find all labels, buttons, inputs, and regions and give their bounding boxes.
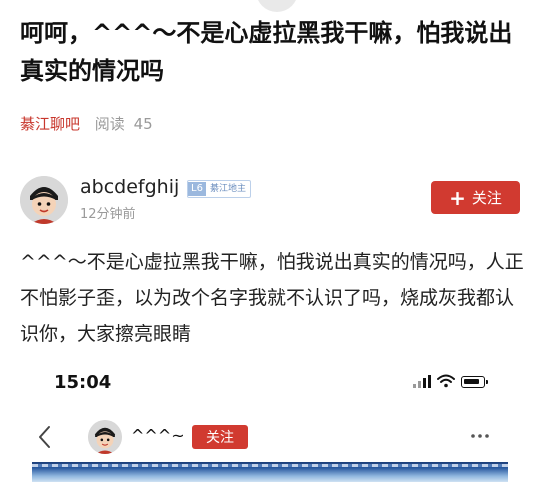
nav-user-name[interactable]: ^^^~ [131, 426, 185, 445]
reads-count: 45 [133, 115, 153, 133]
status-icons [413, 374, 488, 388]
more-icon[interactable] [468, 426, 492, 446]
article-title: 呵呵，^^^～不是心虚拉黑我干嘛，怕我说出真实的情况吗 [20, 19, 513, 85]
level-badge: L6 綦江地主 [187, 180, 251, 198]
follow-label: 关注 [471, 189, 502, 207]
wifi-icon [437, 374, 455, 388]
embedded-screenshot: 15:04 ^^^~ 关注 [20, 360, 520, 482]
chevron-left-icon[interactable] [34, 423, 56, 451]
avatar-face-icon [20, 176, 68, 224]
nav-follow-button[interactable]: 关注 [192, 425, 248, 449]
image-preview [32, 462, 508, 482]
avatar-face-icon [88, 420, 122, 454]
status-time: 15:04 [54, 372, 112, 393]
follow-button[interactable]: + 关注 [431, 181, 520, 214]
post-content: ^^^～不是心虚拉黑我干嘛，怕我说出真实的情况吗，人正不怕影子歪，以为改个名字我… [20, 251, 524, 345]
author-name[interactable]: abcdefghij [80, 175, 179, 199]
source-link[interactable]: 綦江聊吧 [20, 115, 80, 133]
signal-icon [413, 375, 431, 388]
author-avatar[interactable] [20, 176, 68, 224]
nav-avatar[interactable] [88, 420, 122, 454]
top-partial-circle [256, 0, 298, 12]
plus-icon: + [449, 185, 466, 210]
post-time: 12分钟前 [80, 207, 136, 222]
role-label: 綦江地主 [209, 184, 246, 194]
reads-label: 阅读 [94, 115, 125, 133]
battery-icon [461, 376, 488, 388]
level-value: L6 [188, 182, 206, 196]
article-meta: 綦江聊吧 阅读 45 [20, 114, 153, 134]
